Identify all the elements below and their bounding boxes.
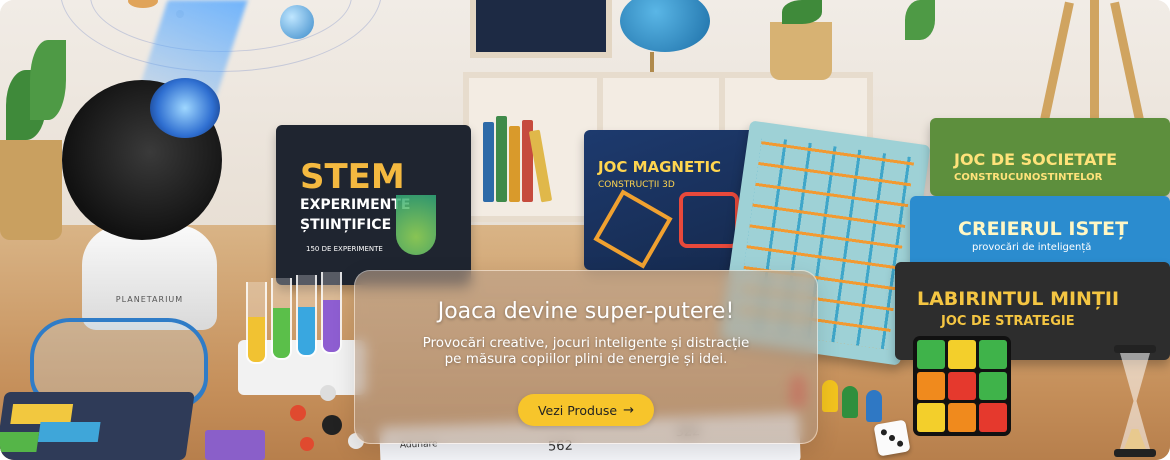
view-products-button[interactable]: Vezi Produse → (518, 394, 654, 426)
planetarium-base: PLANETARIUM (82, 225, 217, 330)
rubiks-cube (913, 336, 1011, 436)
hero-subtitle-line1: Provocări creative, jocuri inteligente ș… (422, 335, 750, 351)
stem-box-line1: EXPERIMENTE (300, 197, 411, 213)
planet-icon (280, 5, 314, 39)
stem-box-title: STEM (300, 157, 405, 197)
test-tube (321, 272, 342, 354)
society-box: JOC DE SOCIETATE CONSTRUCUNOSTINTELOR (930, 118, 1170, 196)
stem-box-note: 150 DE EXPERIMENTE (306, 245, 383, 253)
hero-subtitle-line2: pe măsura copiilor plini de energie și i… (444, 351, 728, 367)
projector-lens (150, 78, 220, 138)
society-box-title: JOC DE SOCIETATE (954, 150, 1118, 169)
test-tube (296, 275, 317, 357)
planetarium-label: PLANETARIUM (115, 295, 184, 304)
plant-leaf (905, 0, 935, 40)
istet-box-subtitle: provocări de inteligență (972, 242, 1092, 253)
game-pawn (842, 386, 858, 418)
istet-box: CREIERUL ISTEȚ provocări de inteligență (910, 196, 1170, 272)
hero-subtitle: Provocări creative, jocuri inteligente ș… (395, 335, 777, 367)
shape-icon (679, 192, 739, 248)
hourglass-icon (1110, 345, 1160, 460)
space-poster (470, 0, 612, 58)
game-pawn (866, 390, 882, 422)
hero-headline: Joaca devine super-putere! (437, 299, 735, 324)
magnetic-box-title: JOC MAGNETIC (598, 158, 722, 176)
flask-icon (396, 195, 436, 255)
puzzle-piece (205, 430, 265, 460)
shape-icon (593, 189, 673, 269)
plant-leaf (30, 40, 66, 120)
arrow-right-icon: → (623, 402, 635, 418)
plant-pot-left (0, 140, 62, 240)
society-box-subtitle: CONSTRUCUNOSTINTELOR (954, 172, 1103, 183)
hero-card: Joaca devine super-putere! Provocări cre… (354, 270, 818, 444)
test-tube (246, 282, 267, 364)
view-products-label: Vezi Produse (537, 402, 618, 418)
puzzle-board (0, 392, 195, 460)
magnetic-box-subtitle: CONSTRUCȚII 3D (598, 180, 675, 190)
stem-box: STEM EXPERIMENTE ȘTIINȚIFICE 150 DE EXPE… (276, 125, 471, 285)
game-pawn (822, 380, 838, 412)
dice-icon (873, 419, 911, 457)
plant-pot-right (770, 22, 832, 80)
hero-banner: PLANETARIUM STEM EXPERIMENTE ȘTIINȚIFICE… (0, 0, 1170, 460)
stem-box-line2: ȘTIINȚIFICE (300, 217, 392, 233)
labirint-box-title: LABIRINTUL MINȚII (917, 288, 1120, 310)
plant-leaf (782, 0, 822, 24)
test-tube (271, 278, 292, 360)
istet-box-title: CREIERUL ISTEȚ (958, 218, 1129, 240)
labirint-box-subtitle: JOC DE STRATEGIE (941, 314, 1075, 329)
